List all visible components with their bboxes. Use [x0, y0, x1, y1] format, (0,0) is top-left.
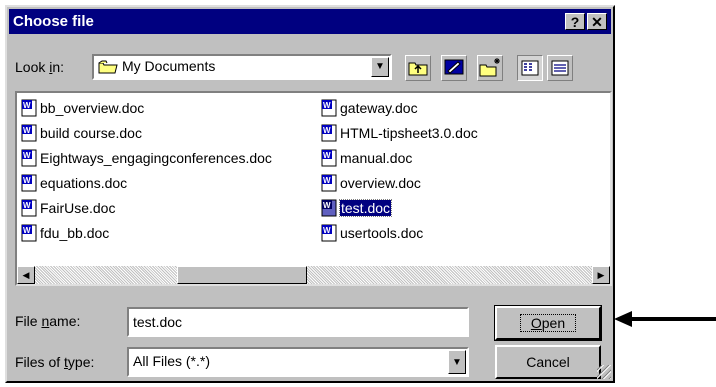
svg-text:W: W: [23, 226, 31, 235]
desktop-icon: [444, 59, 464, 75]
svg-text:W: W: [323, 201, 331, 210]
list-view-icon: [521, 60, 539, 76]
word-document-icon: W: [21, 124, 37, 142]
svg-text:W: W: [323, 101, 331, 110]
svg-text:W: W: [23, 151, 31, 160]
window-title: Choose file: [13, 13, 94, 30]
word-document-icon: W: [21, 199, 37, 217]
list-item[interactable]: W Eightways_engagingconferences.doc: [21, 145, 272, 170]
files-of-type-dropdown-arrow[interactable]: ▼: [448, 350, 466, 374]
list-item[interactable]: Wmanual.doc: [321, 145, 478, 170]
word-document-icon: W: [321, 199, 337, 217]
word-document-icon: W: [321, 149, 337, 167]
list-item[interactable]: Wbuild course.doc: [21, 120, 272, 145]
list-item[interactable]: Wbb_overview.doc: [21, 95, 272, 120]
scrollbar-thumb[interactable]: [177, 266, 307, 284]
list-item-selected[interactable]: Wtest.doc: [321, 195, 478, 220]
word-document-icon: W: [321, 99, 337, 117]
list-item[interactable]: Woverview.doc: [321, 170, 478, 195]
word-document-icon: W: [321, 224, 337, 242]
file-name-input[interactable]: test.doc: [127, 307, 469, 337]
file-column-1: Wbb_overview.doc Wbuild course.doc W Eigh…: [21, 95, 272, 245]
word-document-icon: W: [321, 124, 337, 142]
list-item[interactable]: W FairUse.doc: [21, 195, 272, 220]
list-item[interactable]: Wequations.doc: [21, 170, 272, 195]
list-item[interactable]: Wfdu_bb.doc: [21, 220, 272, 245]
svg-text:W: W: [23, 176, 31, 185]
open-button[interactable]: Open: [494, 305, 602, 341]
file-name-label: File name:: [15, 313, 81, 329]
resize-grip[interactable]: [597, 365, 611, 379]
look-in-label: Look in:: [15, 59, 65, 75]
up-folder-icon: [408, 62, 428, 76]
list-item[interactable]: Wgateway.doc: [321, 95, 478, 120]
word-document-icon: W: [21, 149, 37, 167]
look-in-combobox[interactable]: My Documents ▼: [92, 54, 392, 80]
annotation-arrow-icon: [614, 311, 716, 327]
details-view-icon: [551, 60, 569, 76]
svg-text:W: W: [323, 151, 331, 160]
svg-text:W: W: [323, 176, 331, 185]
new-folder-icon: [479, 58, 500, 77]
create-new-folder-button[interactable]: [477, 55, 503, 81]
look-in-value: My Documents: [122, 58, 216, 74]
file-list[interactable]: Wbb_overview.doc Wbuild course.doc W Eigh…: [15, 91, 612, 286]
svg-text:W: W: [323, 226, 331, 235]
word-document-icon: W: [21, 99, 37, 117]
up-one-level-button[interactable]: [405, 55, 431, 81]
word-document-icon: W: [21, 224, 37, 242]
list-item[interactable]: W HTML-tipsheet3.0.doc: [321, 120, 478, 145]
desktop-button[interactable]: [441, 55, 467, 81]
svg-text:W: W: [23, 126, 31, 135]
title-bar[interactable]: Choose file ? ✕: [9, 9, 611, 34]
svg-text:W: W: [23, 201, 31, 210]
list-item[interactable]: Wusertools.doc: [321, 220, 478, 245]
scroll-left-button[interactable]: ◀: [17, 266, 35, 284]
choose-file-dialog: Choose file ? ✕ Look in: My Documents ▼: [5, 5, 615, 383]
files-of-type-value: All Files (*.*): [133, 353, 211, 369]
svg-text:W: W: [323, 126, 331, 135]
folder-icon: [98, 60, 118, 74]
look-in-dropdown-arrow[interactable]: ▼: [371, 57, 389, 77]
horizontal-scrollbar[interactable]: ◀ ▶: [17, 266, 610, 284]
help-button[interactable]: ?: [565, 13, 585, 30]
files-of-type-combobox[interactable]: All Files (*.*) ▼: [127, 347, 469, 377]
close-button[interactable]: ✕: [587, 13, 607, 30]
scroll-right-button[interactable]: ▶: [592, 266, 610, 284]
word-document-icon: W: [21, 174, 37, 192]
list-view-button[interactable]: [517, 55, 543, 81]
word-document-icon: W: [321, 174, 337, 192]
cancel-button[interactable]: Cancel: [495, 345, 601, 379]
details-view-button[interactable]: [547, 55, 573, 81]
svg-text:W: W: [23, 101, 31, 110]
file-column-2: Wgateway.doc W HTML-tipsheet3.0.doc Wmanu…: [321, 95, 478, 245]
files-of-type-label: Files of type:: [15, 354, 95, 370]
